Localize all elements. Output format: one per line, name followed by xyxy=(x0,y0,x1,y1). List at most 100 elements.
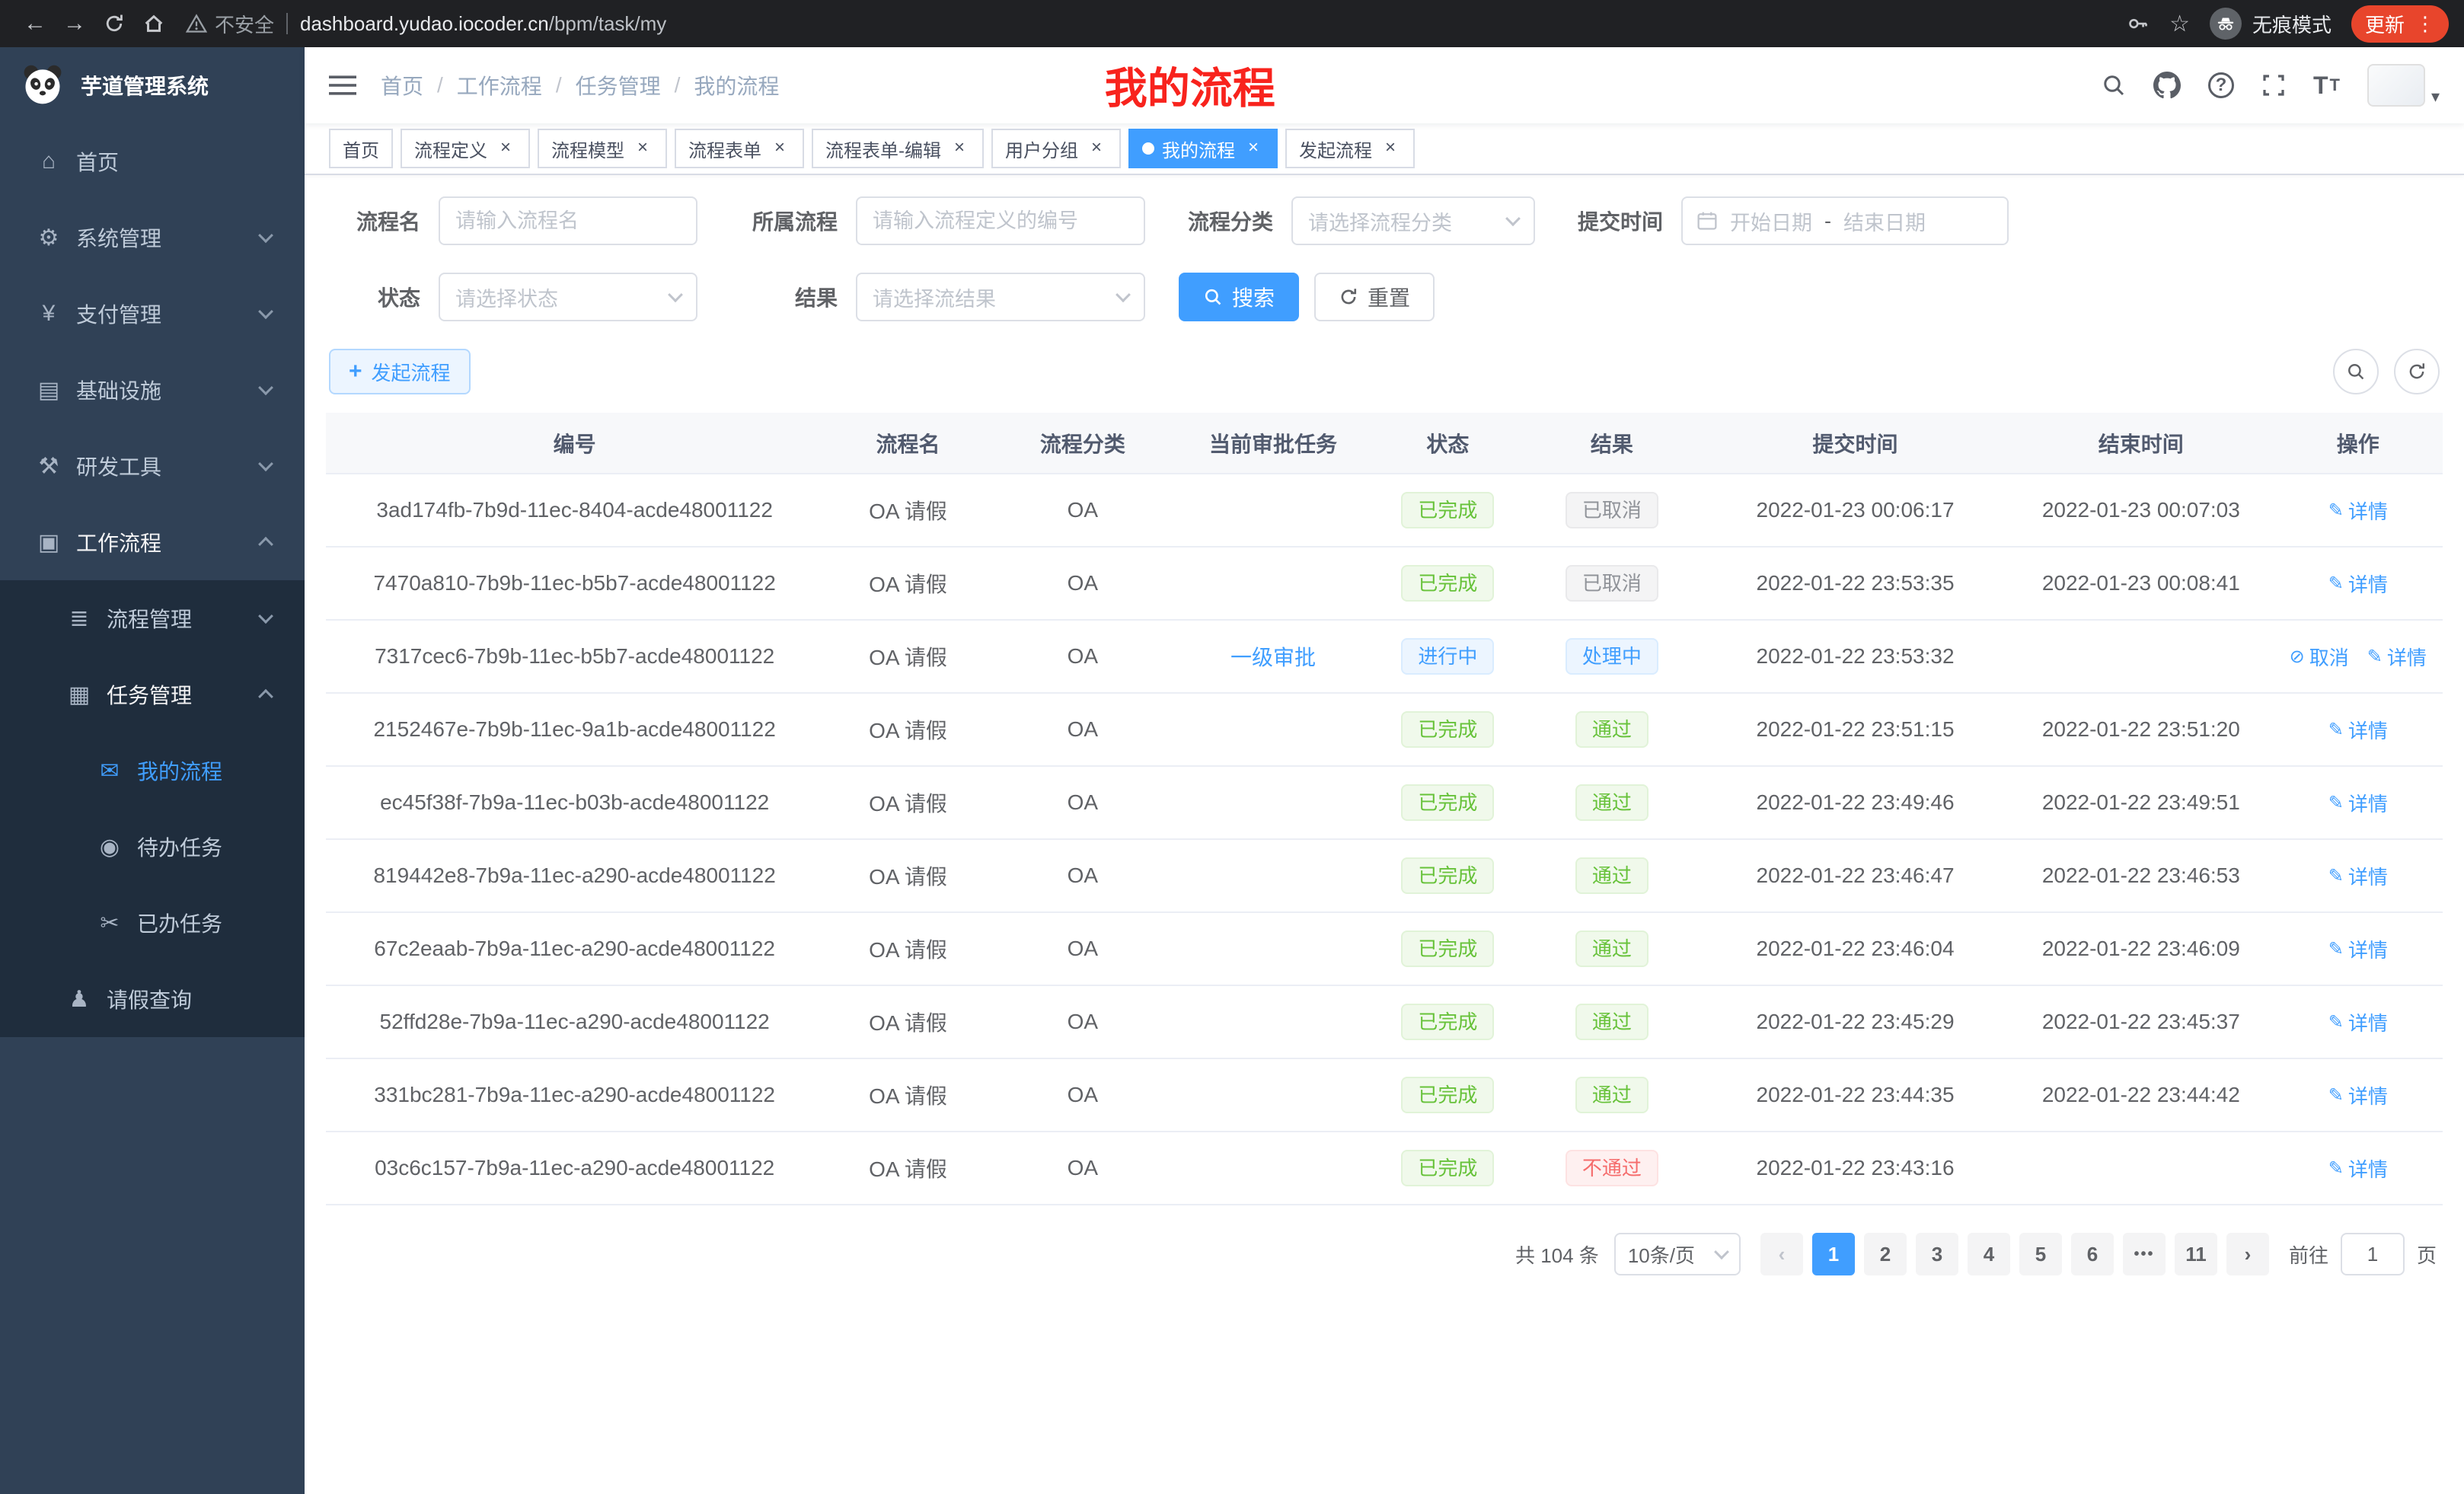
close-icon[interactable]: × xyxy=(1243,138,1264,159)
back-icon[interactable]: ← xyxy=(15,11,55,37)
tab-发起流程[interactable]: 发起流程× xyxy=(1285,129,1415,168)
reload-icon[interactable] xyxy=(94,13,134,34)
action-取消-button[interactable]: ⊘取消 xyxy=(2290,643,2349,671)
date-range-picker[interactable]: 开始日期 - 结束日期 xyxy=(1681,196,2009,245)
address-bar[interactable]: 不安全 dashboard.yudao.iocoder.cn/bpm/task/… xyxy=(186,10,2127,38)
sidebar-item-todo-task[interactable]: ◉待办任务 xyxy=(0,809,305,885)
close-icon[interactable]: × xyxy=(769,138,790,159)
sidebar-item-leave-query[interactable]: ♟请假查询 xyxy=(0,961,305,1037)
next-page-button[interactable]: › xyxy=(2226,1233,2269,1275)
page-button-5[interactable]: 5 xyxy=(2019,1233,2062,1275)
pager-ellipsis[interactable]: ••• xyxy=(2123,1233,2166,1275)
action-详情-button[interactable]: ✎详情 xyxy=(2328,1008,2388,1036)
tab-流程表单-编辑[interactable]: 流程表单-编辑× xyxy=(812,129,984,168)
action-详情-button[interactable]: ✎详情 xyxy=(2367,643,2427,671)
github-icon[interactable] xyxy=(2153,72,2181,99)
page-button-11[interactable]: 11 xyxy=(2175,1233,2217,1275)
breadcrumb-item[interactable]: 首页 xyxy=(381,70,423,101)
tab-流程定义[interactable]: 流程定义× xyxy=(401,129,530,168)
forward-icon[interactable]: → xyxy=(55,11,94,37)
action-详情-button[interactable]: ✎详情 xyxy=(2328,789,2388,817)
page-button-6[interactable]: 6 xyxy=(2071,1233,2114,1275)
pagination-total: 共 104 条 xyxy=(1515,1240,1599,1269)
tab-流程表单[interactable]: 流程表单× xyxy=(675,129,804,168)
column-header: 提交时间 xyxy=(1702,413,2009,474)
current-task-link[interactable]: 一级审批 xyxy=(1230,646,1316,669)
tab-我的流程[interactable]: 我的流程× xyxy=(1128,129,1278,168)
actions-cell: ✎详情 xyxy=(2274,693,2443,766)
action-详情-button[interactable]: ✎详情 xyxy=(2328,935,2388,963)
prev-page-button[interactable]: ‹ xyxy=(1760,1233,1803,1275)
browser-menu-icon[interactable]: ⋮ xyxy=(2415,12,2435,36)
sidebar-item-process-mgmt[interactable]: ≣流程管理 xyxy=(0,580,305,656)
close-icon[interactable]: × xyxy=(632,138,653,159)
table-row: 52ffd28e-7b9a-11ec-a290-acde48001122OA 请… xyxy=(326,985,2443,1058)
tab-流程模型[interactable]: 流程模型× xyxy=(538,129,667,168)
search-icon[interactable] xyxy=(2102,73,2126,97)
close-icon[interactable]: × xyxy=(1086,138,1107,159)
goto-page-input[interactable] xyxy=(2341,1233,2405,1275)
password-key-icon[interactable] xyxy=(2127,12,2150,35)
actions-cell: ✎详情 xyxy=(2274,839,2443,912)
sidebar-item-workflow[interactable]: ▣工作流程 xyxy=(0,504,305,580)
action-详情-button[interactable]: ✎详情 xyxy=(2328,862,2388,890)
result-cell: 通过 xyxy=(1522,912,1702,985)
action-label: 详情 xyxy=(2387,643,2427,671)
home-icon: ⌂ xyxy=(30,148,67,174)
fullscreen-icon[interactable] xyxy=(2261,73,2286,97)
refresh-table-button[interactable] xyxy=(2394,349,2440,394)
help-icon[interactable]: ? xyxy=(2208,72,2234,98)
page-button-2[interactable]: 2 xyxy=(1864,1233,1907,1275)
sidebar-item-task-mgmt[interactable]: ▦任务管理 xyxy=(0,656,305,733)
page-content: 流程名 所属流程 流程分类 请选择流程分类 xyxy=(305,175,2464,1494)
sidebar-item-payment[interactable]: ¥支付管理 xyxy=(0,276,305,352)
page-button-1[interactable]: 1 xyxy=(1812,1233,1855,1275)
tab-用户分组[interactable]: 用户分组× xyxy=(991,129,1121,168)
status-select[interactable]: 请选择状态 xyxy=(439,273,697,321)
process-category: OA xyxy=(993,912,1173,985)
result-tag: 通过 xyxy=(1575,931,1649,967)
font-size-icon[interactable]: TT xyxy=(2313,72,2340,100)
page-button-3[interactable]: 3 xyxy=(1916,1233,1958,1275)
result-select[interactable]: 请选择流结果 xyxy=(856,273,1145,321)
sidebar-item-home[interactable]: ⌂ 首页 xyxy=(0,123,305,200)
sidebar-item-infrastructure[interactable]: ▤基础设施 xyxy=(0,352,305,428)
actions-cell: ✎详情 xyxy=(2274,1058,2443,1132)
sidebar-item-system[interactable]: ⚙系统管理 xyxy=(0,200,305,276)
breadcrumb-item[interactable]: 工作流程 xyxy=(457,70,542,101)
close-icon[interactable]: × xyxy=(949,138,970,159)
browser-update-button[interactable]: 更新 ⋮ xyxy=(2351,5,2449,43)
action-详情-button[interactable]: ✎详情 xyxy=(2328,1154,2388,1183)
browser-home-icon[interactable] xyxy=(134,12,174,35)
sidebar-item-my-process[interactable]: ✉我的流程 xyxy=(0,733,305,809)
process-id: ec45f38f-7b9a-11ec-b03b-acde48001122 xyxy=(326,766,823,839)
close-icon[interactable]: × xyxy=(495,138,516,159)
security-warning[interactable]: 不安全 xyxy=(186,10,274,38)
close-icon[interactable]: × xyxy=(1380,138,1401,159)
user-avatar[interactable]: ▾ xyxy=(2367,64,2440,107)
tab-首页[interactable]: 首页 xyxy=(329,129,393,168)
reset-button[interactable]: 重置 xyxy=(1314,273,1435,321)
hamburger-icon[interactable] xyxy=(329,74,356,97)
process-name-input[interactable] xyxy=(439,196,697,245)
category-select[interactable]: 请选择流程分类 xyxy=(1291,196,1535,245)
action-详情-button[interactable]: ✎详情 xyxy=(2328,570,2388,598)
app-logo[interactable]: 芋道管理系统 xyxy=(0,47,305,123)
page-button-4[interactable]: 4 xyxy=(1968,1233,2010,1275)
process-definition-input[interactable] xyxy=(856,196,1145,245)
action-详情-button[interactable]: ✎详情 xyxy=(2328,716,2388,744)
page-url[interactable]: dashboard.yudao.iocoder.cn/bpm/task/my xyxy=(300,12,666,36)
toggle-search-button[interactable] xyxy=(2333,349,2379,394)
table-header-row: 编号流程名流程分类当前审批任务状态结果提交时间结束时间操作 xyxy=(326,413,2443,474)
action-详情-button[interactable]: ✎详情 xyxy=(2328,496,2388,525)
status-tag: 已完成 xyxy=(1401,857,1494,894)
create-process-button[interactable]: + 发起流程 xyxy=(329,349,471,394)
sidebar-item-devtools[interactable]: ⚒研发工具 xyxy=(0,428,305,504)
breadcrumb-item[interactable]: 任务管理 xyxy=(576,70,661,101)
search-button[interactable]: 搜索 xyxy=(1179,273,1299,321)
sidebar-item-done-task[interactable]: ✂已办任务 xyxy=(0,885,305,961)
page-size-select[interactable]: 10条/页 xyxy=(1614,1233,1741,1275)
action-详情-button[interactable]: ✎详情 xyxy=(2328,1081,2388,1109)
sidebar-item-label: 首页 xyxy=(76,146,119,177)
bookmark-star-icon[interactable]: ☆ xyxy=(2169,11,2190,37)
